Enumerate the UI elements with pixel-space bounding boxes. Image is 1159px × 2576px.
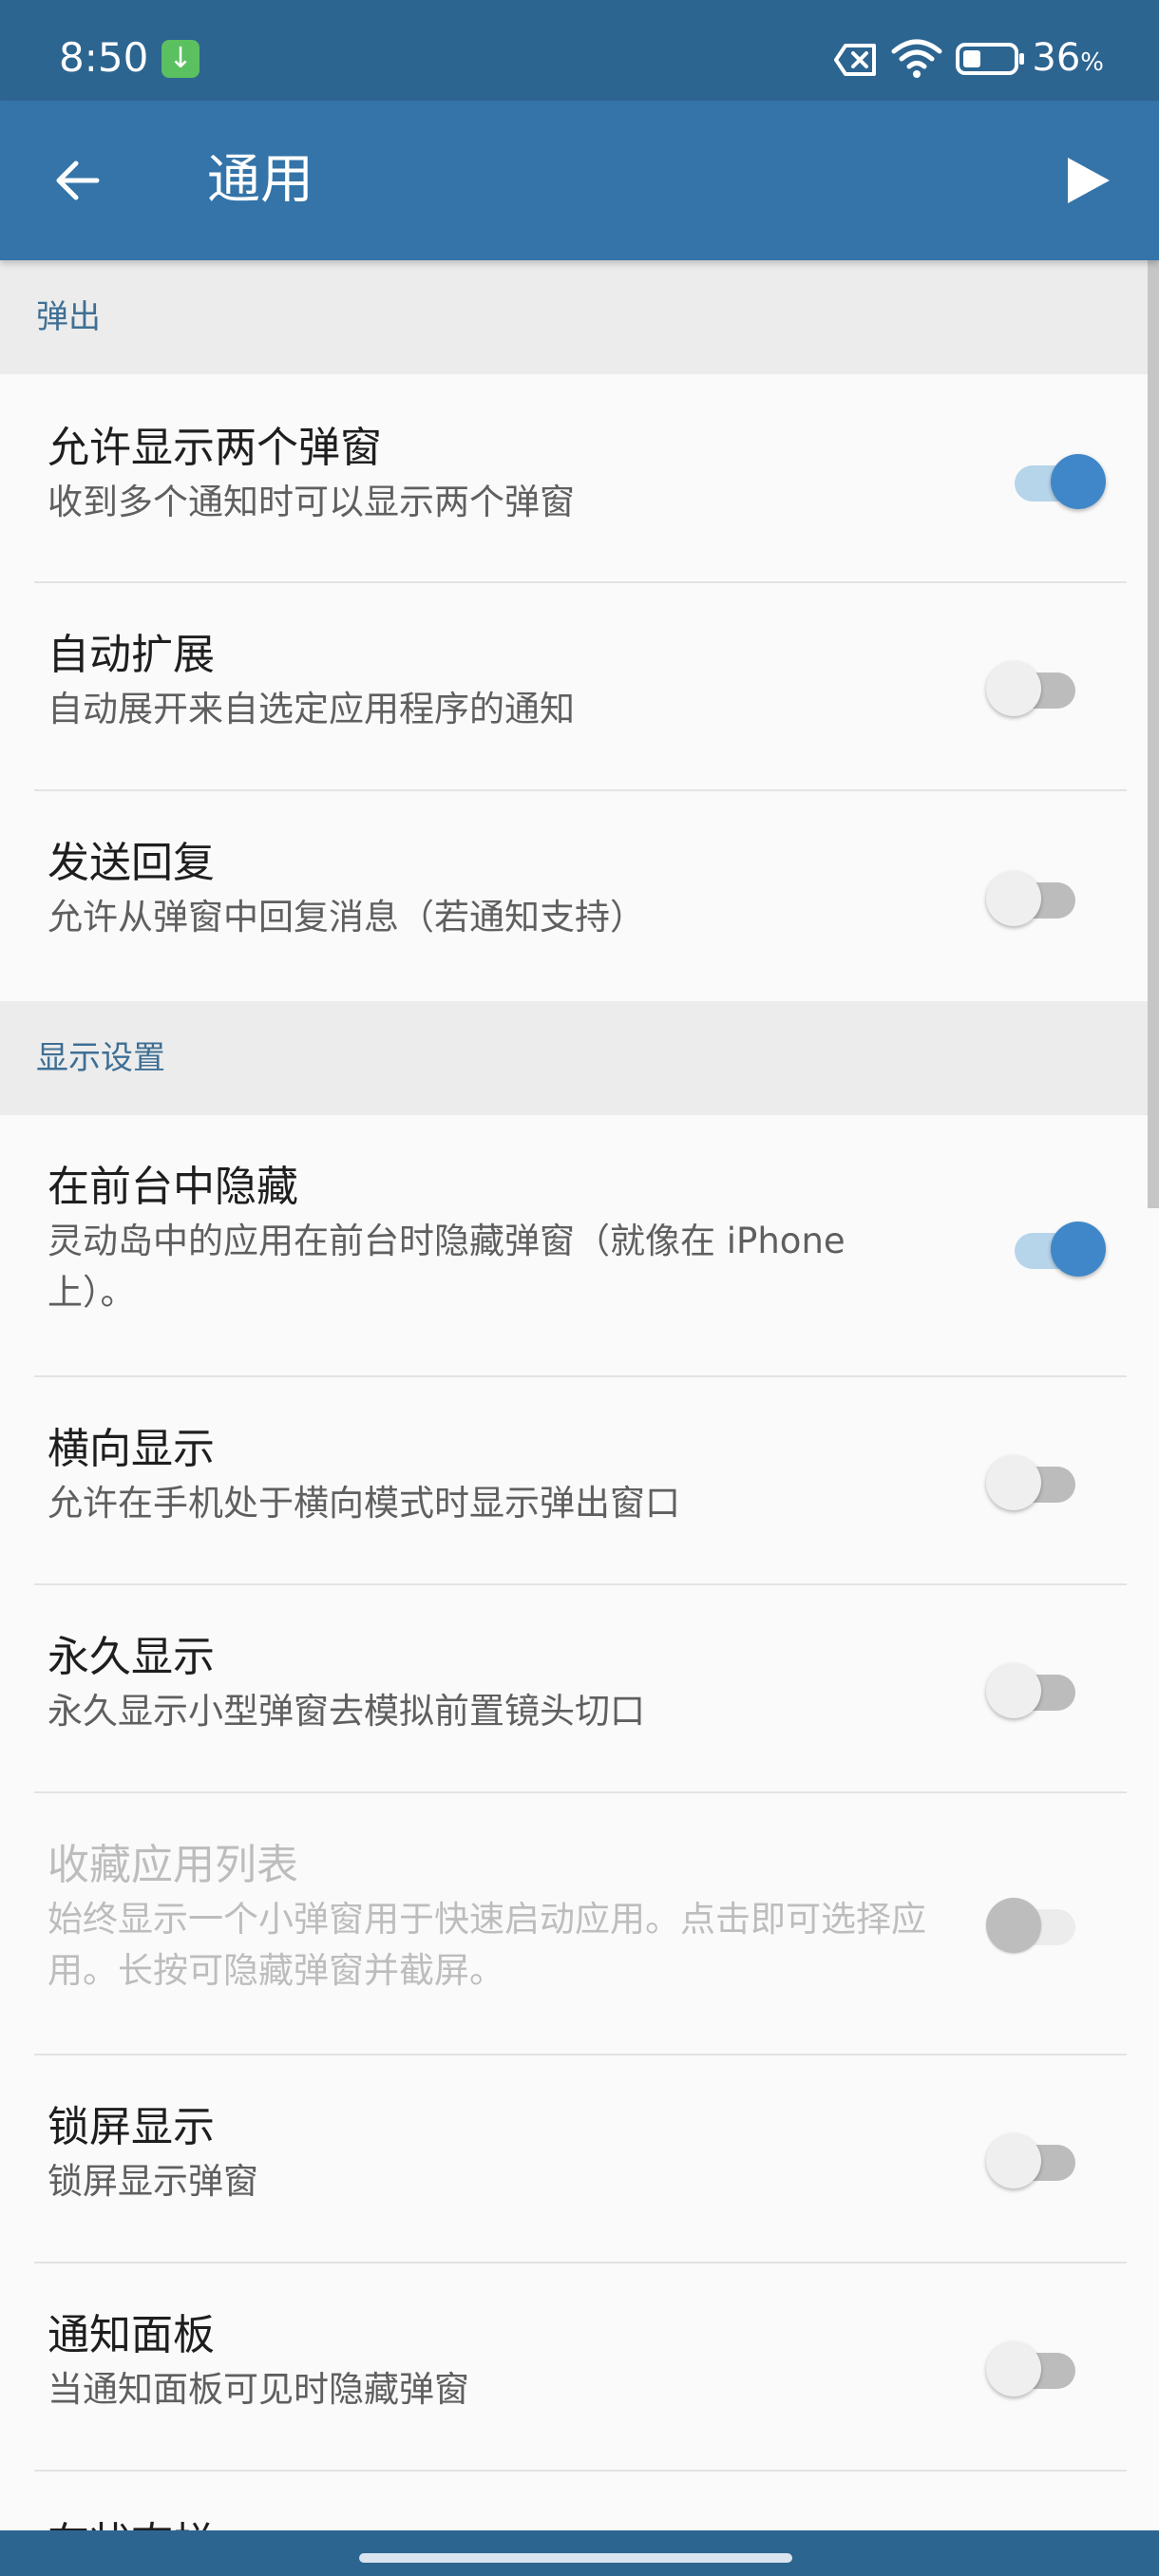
- play-icon[interactable]: [1058, 152, 1115, 209]
- no-sim-icon: [834, 44, 876, 76]
- setting-title: 横向显示: [48, 1425, 215, 1473]
- notification-panel-toggle[interactable]: [986, 2338, 1081, 2396]
- lockscreen-display-toggle[interactable]: [986, 2130, 1081, 2188]
- setting-title: 永久显示: [48, 1633, 215, 1681]
- setting-permanent-display[interactable]: 永久显示 永久显示小型弹窗去模拟前置镜头切口: [0, 1585, 1148, 1793]
- scrollbar[interactable]: [1148, 260, 1159, 1208]
- setting-auto-expand[interactable]: 自动扩展 自动展开来自选定应用程序的通知: [0, 583, 1148, 791]
- divider: [34, 2470, 1127, 2472]
- battery-icon: [956, 43, 1024, 75]
- setting-lockscreen-display[interactable]: 锁屏显示 锁屏显示弹窗: [0, 2055, 1148, 2263]
- section-header-display-settings: 显示设置: [0, 1001, 1148, 1115]
- setting-title: 在前台中隐藏: [48, 1163, 298, 1211]
- setting-allow-two-popups[interactable]: 允许显示两个弹窗 收到多个通知时可以显示两个弹窗: [0, 374, 1148, 583]
- setting-title: 发送回复: [48, 839, 215, 887]
- setting-subtitle: 灵动岛中的应用在前台时隐藏弹窗（就像在 iPhone 上）。: [48, 1221, 846, 1313]
- hide-in-foreground-toggle[interactable]: [1009, 1218, 1106, 1277]
- status-time: 8:50: [59, 34, 149, 81]
- setting-subtitle: 自动展开来自选定应用程序的通知: [48, 689, 575, 729]
- section-header-popup: 弹出: [0, 260, 1148, 374]
- setting-subtitle: 永久显示小型弹窗去模拟前置镜头切口: [48, 1691, 645, 1732]
- send-reply-toggle[interactable]: [986, 867, 1081, 926]
- setting-title: 允许显示两个弹窗: [48, 424, 382, 472]
- allow-two-popups-toggle[interactable]: [1009, 450, 1106, 509]
- setting-landscape-display[interactable]: 横向显示 允许在手机处于横向模式时显示弹出窗口: [0, 1377, 1148, 1585]
- page-title: 通用: [207, 149, 314, 211]
- setting-hide-in-foreground[interactable]: 在前台中隐藏 灵动岛中的应用在前台时隐藏弹窗（就像在 iPhone 上）。: [0, 1115, 1148, 1377]
- setting-title: 锁屏显示: [48, 2103, 215, 2151]
- status-bar: 8:50 ↓ 36%: [0, 0, 1159, 101]
- setting-subtitle: 锁屏显示弹窗: [48, 2161, 258, 2202]
- download-icon: ↓: [162, 40, 200, 78]
- setting-send-reply[interactable]: 发送回复 允许从弹窗中回复消息（若通知支持）: [0, 791, 1148, 1001]
- setting-notification-panel[interactable]: 通知面板 当通知面板可见时隐藏弹窗: [0, 2263, 1148, 2472]
- landscape-display-toggle[interactable]: [986, 1451, 1081, 1510]
- gesture-handle[interactable]: [359, 2553, 792, 2563]
- wifi-icon: [891, 39, 942, 78]
- setting-subtitle: 允许从弹窗中回复消息（若通知支持）: [48, 897, 645, 938]
- settings-list: 弹出 允许显示两个弹窗 收到多个通知时可以显示两个弹窗 自动扩展 自动展开来自选…: [0, 260, 1148, 2472]
- setting-subtitle: 允许在手机处于横向模式时显示弹出窗口: [48, 1483, 680, 1524]
- app-bar: 通用: [0, 101, 1159, 260]
- favorite-apps-list-toggle: [986, 1894, 1081, 1953]
- navigation-bar: [0, 2530, 1159, 2576]
- setting-subtitle: 当通知面板可见时隐藏弹窗: [48, 2369, 469, 2410]
- setting-favorite-apps-list: 收藏应用列表 始终显示一个小弹窗用于快速启动应用。点击即可选择应用。长按可隐藏弹…: [0, 1793, 1148, 2055]
- battery-level: 36%: [1032, 36, 1104, 80]
- setting-subtitle: 收到多个通知时可以显示两个弹窗: [48, 482, 575, 522]
- setting-title: 收藏应用列表: [48, 1841, 298, 1889]
- setting-title: 通知面板: [48, 2311, 215, 2359]
- auto-expand-toggle[interactable]: [986, 657, 1081, 716]
- setting-title: 自动扩展: [48, 631, 215, 679]
- back-arrow-icon[interactable]: [49, 152, 106, 209]
- permanent-display-toggle[interactable]: [986, 1659, 1081, 1718]
- setting-subtitle: 始终显示一个小弹窗用于快速启动应用。点击即可选择应用。长按可隐藏弹窗并截屏。: [48, 1899, 926, 1991]
